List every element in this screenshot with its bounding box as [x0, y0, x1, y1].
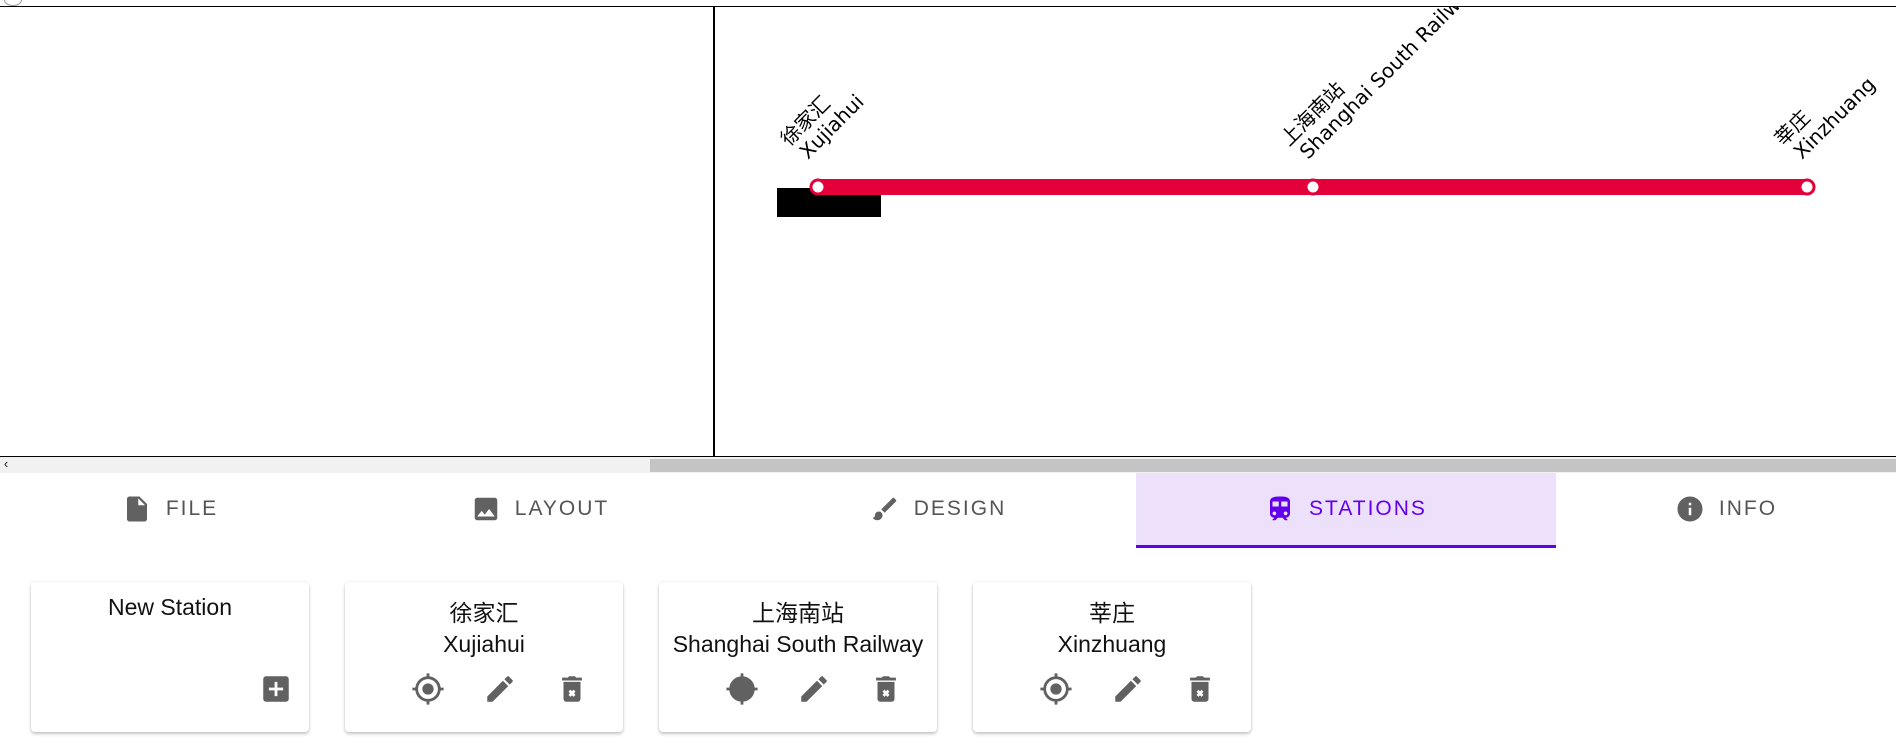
horizontal-scrollbar[interactable]: ‹ [0, 457, 1896, 473]
station-dot[interactable] [1798, 178, 1816, 196]
station-marker-xinzhuang[interactable]: 莘庄 Xinzhuang [1770, 72, 1881, 196]
delete-station-button[interactable] [555, 672, 589, 706]
strip-map-svg[interactable]: 徐家汇 Xujiahui 上海南站 Shanghai South Railway… [715, 7, 1896, 456]
station-marker-shanghai-south[interactable]: 上海南站 Shanghai South Railway [1276, 7, 1483, 196]
tab-label: INFO [1718, 497, 1778, 520]
new-station-label: New Station [107, 594, 232, 620]
left-panel [0, 7, 713, 456]
delete-station-button[interactable] [869, 672, 903, 706]
delete-icon [876, 676, 896, 702]
station-name-zh: 上海南站 [752, 600, 844, 626]
station-card[interactable]: 莘庄 Xinzhuang [973, 582, 1251, 732]
locate-station-button[interactable] [725, 672, 759, 706]
delete-station-button[interactable] [1183, 672, 1217, 706]
tab-design[interactable]: DESIGN [740, 473, 1136, 545]
station-name-en: Xinzhuang [1057, 631, 1167, 657]
delete-icon [562, 676, 582, 702]
edit-icon [1115, 676, 1141, 702]
tab-label: DESIGN [913, 497, 1007, 520]
scrollbar-thumb[interactable] [650, 459, 1896, 472]
new-station-card[interactable]: New Station [31, 582, 309, 732]
info-icon [1677, 496, 1703, 522]
tab-label: FILE [165, 497, 219, 520]
tab-stations[interactable]: STATIONS [1136, 473, 1556, 548]
add-station-button[interactable] [259, 672, 293, 706]
station-marker-xujiahui[interactable]: 徐家汇 Xujiahui [776, 90, 869, 196]
station-dot[interactable] [1304, 178, 1322, 196]
locate-icon [412, 673, 444, 705]
station-card[interactable]: 上海南站 Shanghai South Railway [659, 582, 937, 732]
locate-station-button[interactable] [411, 672, 445, 706]
station-card-list: New Station 徐家汇 Xujiahui 上海南站 Shanghai S… [0, 548, 1896, 752]
locate-icon [1040, 673, 1072, 705]
edit-station-button[interactable] [797, 672, 831, 706]
station-dot[interactable] [809, 178, 827, 196]
station-card[interactable]: 徐家汇 Xujiahui [345, 582, 623, 732]
edit-station-button[interactable] [483, 672, 517, 706]
scroll-left-arrow[interactable]: ‹ [0, 457, 12, 473]
train-icon [1270, 496, 1291, 521]
edit-icon [801, 676, 827, 702]
station-name-en: Xujiahui [443, 631, 525, 657]
station-name-en: Shanghai South Railway [672, 631, 924, 657]
window-top-bar [0, 0, 1896, 7]
tab-file[interactable]: FILE [0, 473, 340, 545]
window-corner-icon [4, 0, 22, 6]
edit-station-button[interactable] [1111, 672, 1145, 706]
tab-info[interactable]: INFO [1556, 473, 1896, 545]
locate-station-button[interactable] [1039, 672, 1073, 706]
edit-icon [487, 676, 513, 702]
station-name-zh: 徐家汇 [449, 600, 519, 626]
brush-icon [872, 497, 896, 521]
tab-layout[interactable]: LAYOUT [340, 473, 740, 545]
tab-label: LAYOUT [514, 497, 610, 520]
station-name-zh: 莘庄 [1089, 600, 1135, 626]
add-box-icon [263, 676, 289, 702]
locate-icon [726, 673, 758, 705]
delete-icon [1190, 676, 1210, 702]
line-map-canvas[interactable]: 徐家汇 Xujiahui 上海南站 Shanghai South Railway… [715, 7, 1896, 456]
tab-bar: FILE LAYOUT DESIGN STATIONS INFO [0, 473, 1896, 548]
tab-label: STATIONS [1309, 497, 1427, 520]
file-icon [126, 496, 147, 522]
image-icon [474, 497, 498, 521]
